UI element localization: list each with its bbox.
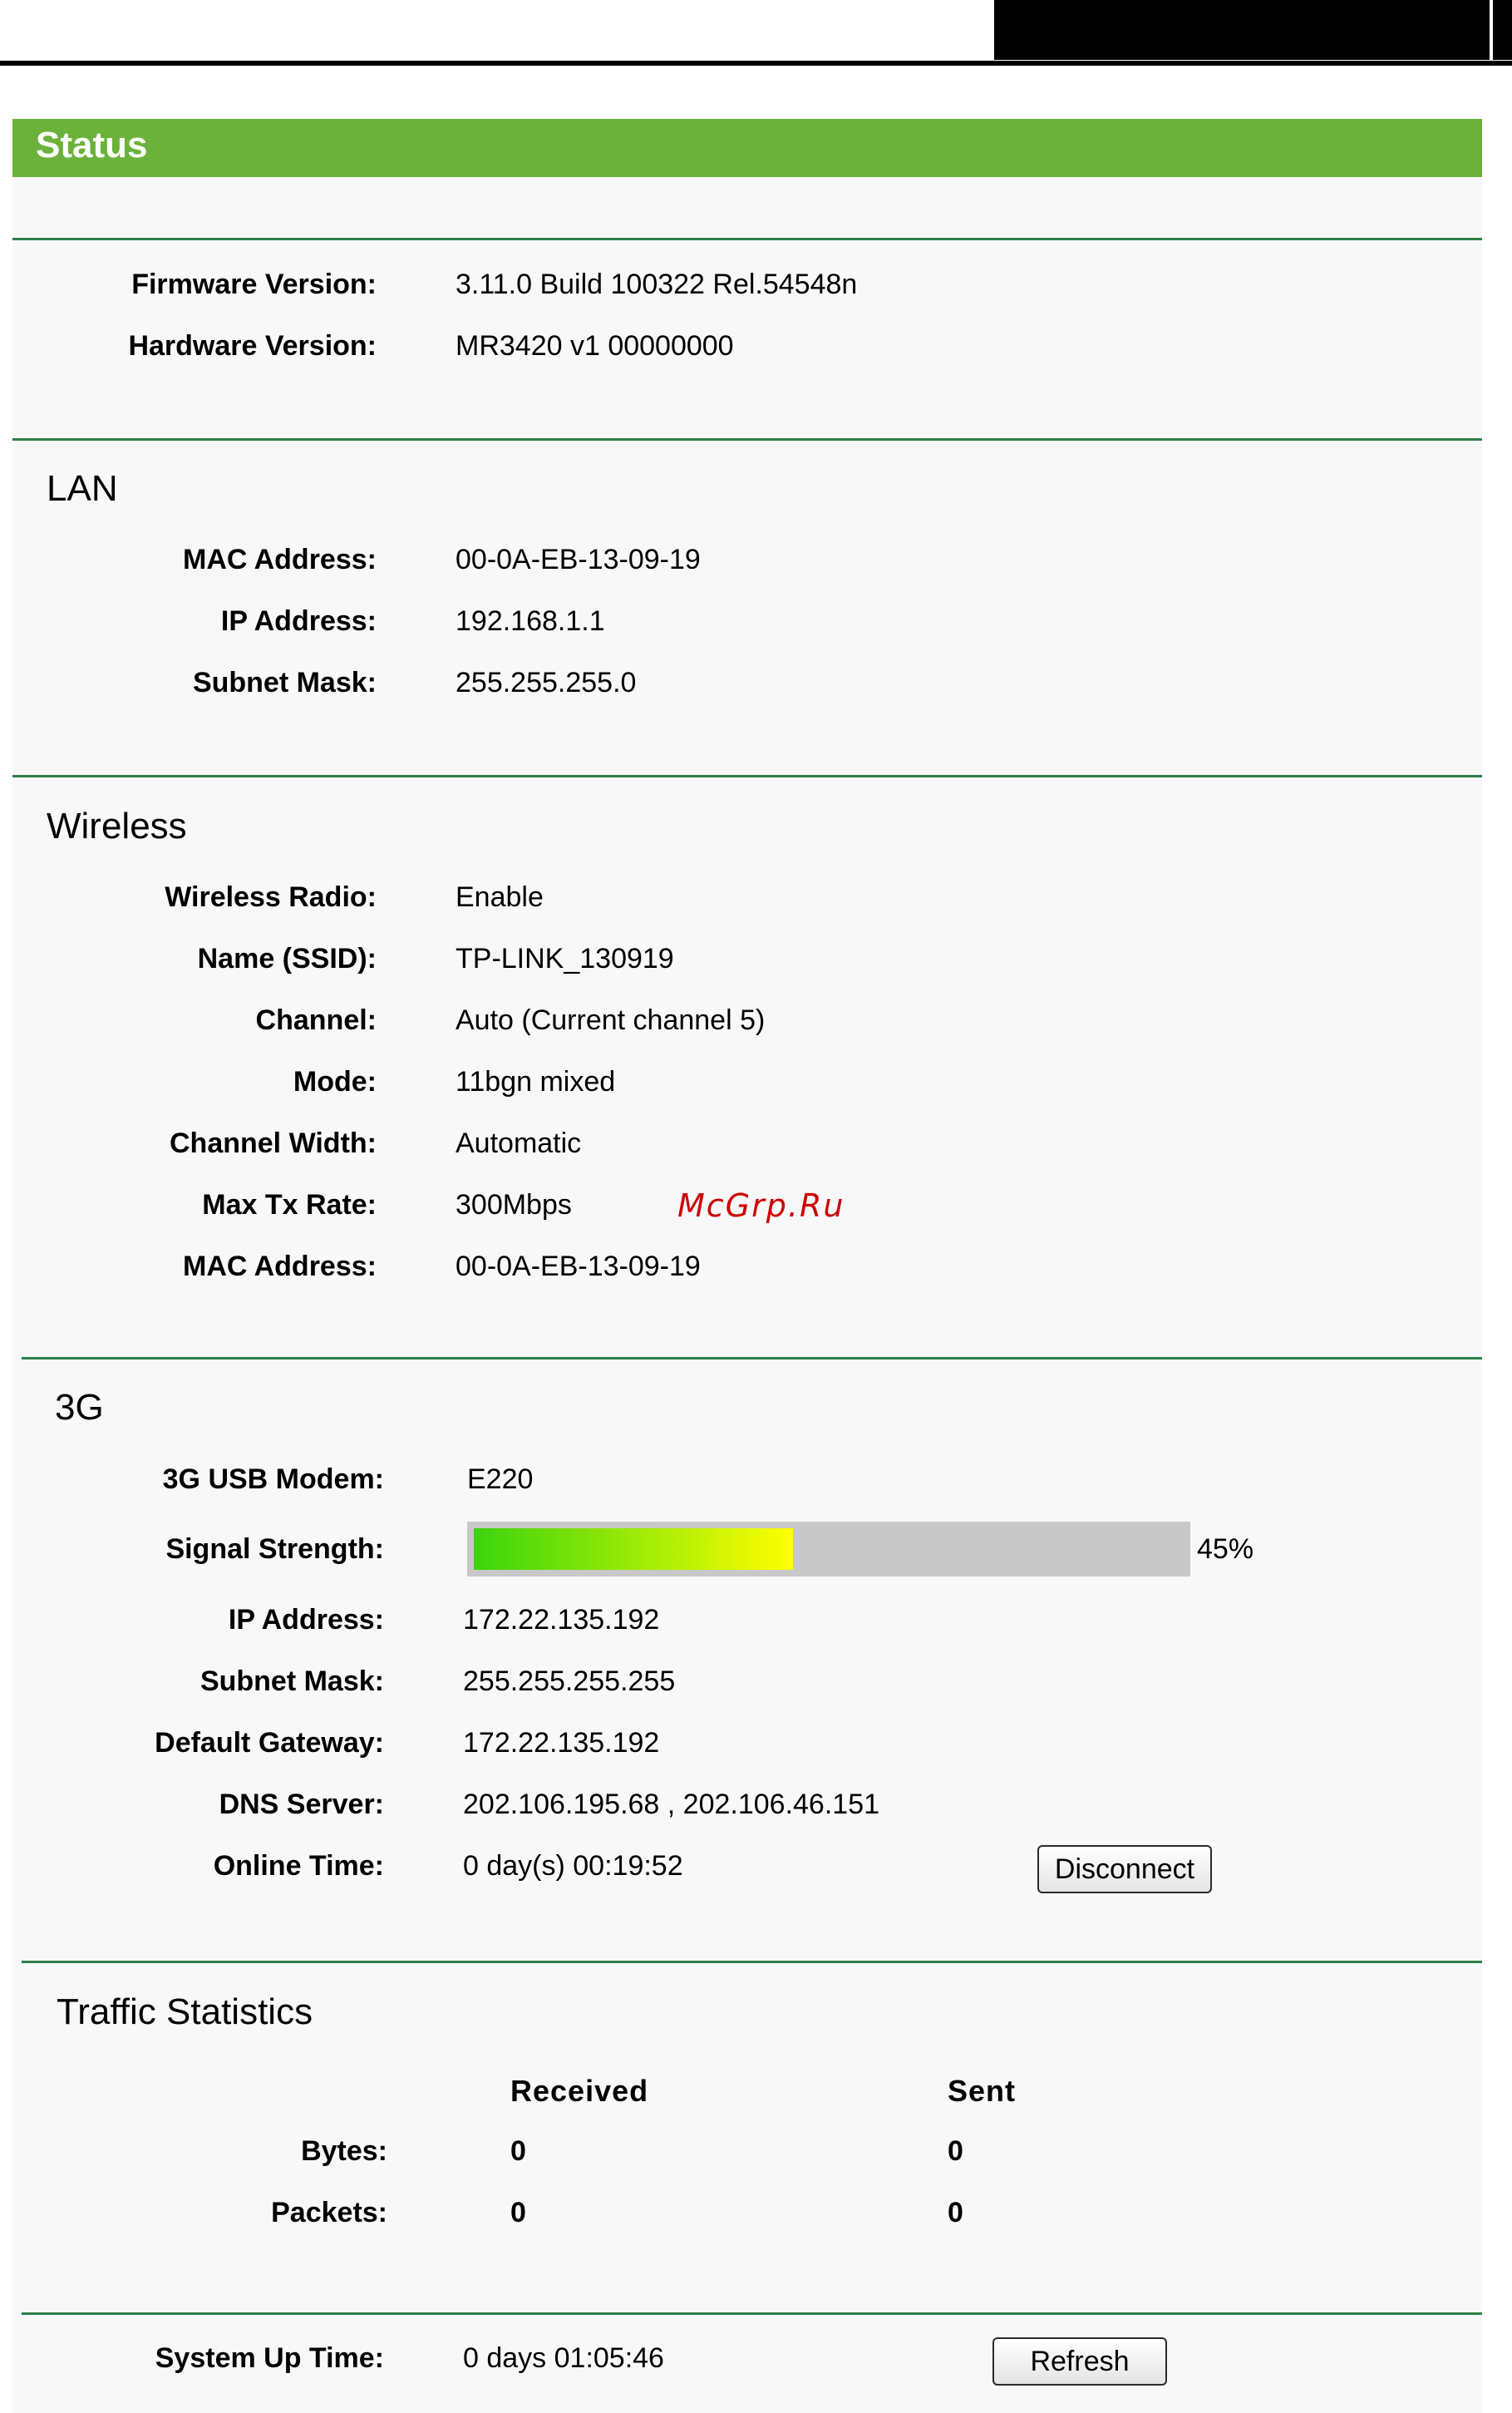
traffic-packets-received: 0 (510, 2197, 526, 2228)
wireless-max-tx-value: 300Mbps (456, 1189, 572, 1221)
g3-online-value: 0 day(s) 00:19:52 (463, 1850, 683, 1882)
traffic-packets-label: Packets: (271, 2197, 387, 2228)
g3-section-title: 3G (55, 1387, 104, 1428)
traffic-bytes-sent: 0 (948, 2135, 963, 2167)
signal-strength-bar (467, 1522, 1190, 1577)
status-header-bar (12, 119, 1482, 177)
g3-modem-value: E220 (467, 1463, 534, 1495)
watermark-text: McGrp.Ru (677, 1187, 845, 1224)
divider-lan (12, 438, 1482, 441)
g3-dns-value: 202.106.195.68 , 202.106.46.151 (463, 1789, 880, 1820)
lan-ip-value: 192.168.1.1 (456, 605, 605, 637)
lan-mac-label: MAC Address: (183, 544, 377, 575)
divider-wireless (12, 775, 1482, 777)
wireless-channel-value: Auto (Current channel 5) (456, 1004, 766, 1036)
traffic-bytes-received: 0 (510, 2135, 526, 2167)
disconnect-button[interactable]: Disconnect (1037, 1845, 1212, 1893)
traffic-section-title: Traffic Statistics (57, 1991, 313, 2032)
traffic-bytes-label: Bytes: (301, 2135, 387, 2167)
wireless-ssid-value: TP-LINK_130919 (456, 943, 674, 975)
signal-strength-percent: 45% (1197, 1533, 1254, 1565)
g3-subnet-value: 255.255.255.255 (463, 1665, 676, 1697)
hardware-version-value: MR3420 v1 00000000 (456, 330, 734, 362)
traffic-received-header: Received (510, 2074, 649, 2108)
g3-gateway-value: 172.22.135.192 (463, 1727, 660, 1759)
firmware-version-value: 3.11.0 Build 100322 Rel.54548n (456, 269, 858, 300)
divider-3g (22, 1357, 1482, 1359)
top-black-block (994, 0, 1490, 60)
wireless-mac-value: 00-0A-EB-13-09-19 (456, 1251, 701, 1282)
traffic-sent-header: Sent (948, 2074, 1017, 2108)
firmware-version-label: Firmware Version: (131, 269, 377, 300)
wireless-channel-width-value: Automatic (456, 1128, 582, 1159)
divider-uptime (22, 2312, 1482, 2315)
wireless-channel-label: Channel: (255, 1004, 377, 1036)
refresh-button[interactable]: Refresh (992, 2337, 1167, 2386)
g3-dns-label: DNS Server: (219, 1789, 384, 1820)
page-title: Status (36, 125, 148, 165)
hardware-version-label: Hardware Version: (128, 330, 377, 362)
signal-strength-fill (474, 1528, 793, 1570)
g3-signal-label: Signal Strength: (165, 1533, 384, 1565)
g3-ip-label: IP Address: (228, 1604, 384, 1636)
traffic-packets-sent: 0 (948, 2197, 963, 2228)
wireless-channel-width-label: Channel Width: (170, 1128, 377, 1159)
wireless-radio-value: Enable (456, 881, 544, 913)
g3-subnet-label: Subnet Mask: (199, 1665, 384, 1697)
lan-subnet-label: Subnet Mask: (192, 667, 377, 698)
uptime-label: System Up Time: (155, 2342, 384, 2374)
divider-traffic (22, 1961, 1482, 1963)
wireless-max-tx-label: Max Tx Rate: (202, 1189, 377, 1221)
wireless-mac-label: MAC Address: (183, 1251, 377, 1282)
top-rule (0, 61, 1512, 66)
g3-gateway-label: Default Gateway: (155, 1727, 384, 1759)
lan-ip-label: IP Address: (220, 605, 377, 637)
lan-section-title: LAN (47, 468, 118, 509)
g3-online-label: Online Time: (213, 1850, 384, 1882)
wireless-mode-value: 11bgn mixed (456, 1066, 616, 1098)
divider-general (12, 238, 1482, 240)
wireless-radio-label: Wireless Radio: (165, 881, 377, 913)
wireless-mode-label: Mode: (293, 1066, 377, 1098)
lan-mac-value: 00-0A-EB-13-09-19 (456, 544, 701, 575)
uptime-value: 0 days 01:05:46 (463, 2342, 664, 2374)
lan-subnet-value: 255.255.255.0 (456, 667, 637, 698)
wireless-ssid-label: Name (SSID): (197, 943, 377, 975)
g3-ip-value: 172.22.135.192 (463, 1604, 660, 1636)
wireless-section-title: Wireless (47, 806, 187, 846)
g3-modem-label: 3G USB Modem: (162, 1463, 384, 1495)
top-black-tab (1493, 0, 1512, 60)
status-panel (12, 177, 1482, 2413)
